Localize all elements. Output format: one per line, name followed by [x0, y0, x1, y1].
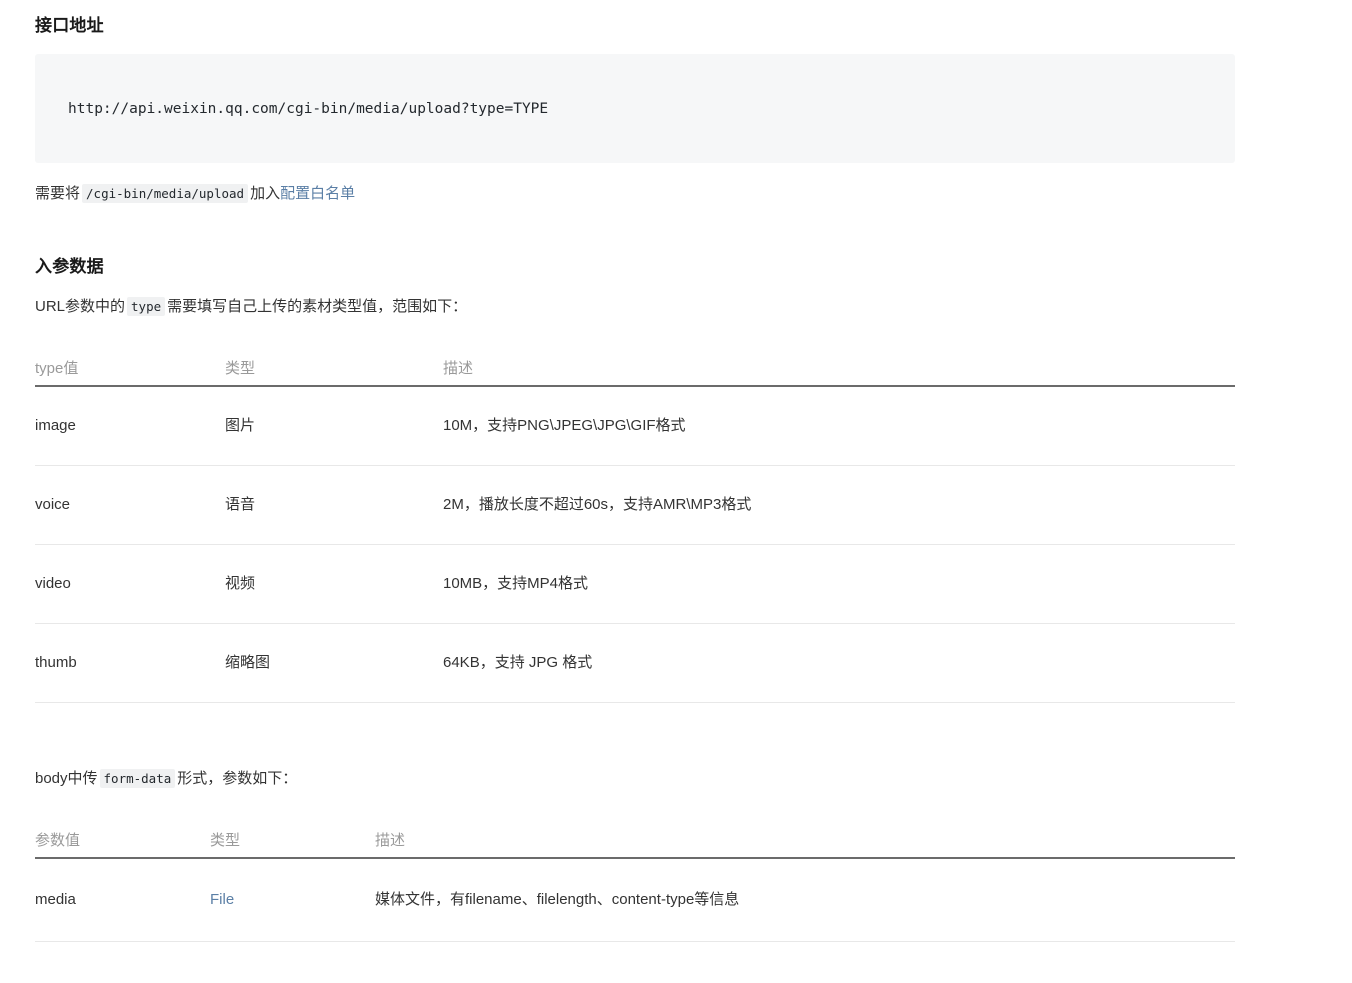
url-param-intro-suffix: 需要填写自己上传的素材类型值，范围如下： [167, 298, 468, 315]
cell-description: 2M，播放长度不超过60s，支持AMR\MP3格式 [443, 496, 752, 513]
api-url-code-text: http://api.weixin.qq.com/cgi-bin/media/u… [68, 101, 549, 117]
column-header-param-value: 参数值 [35, 832, 81, 849]
cell-param-value: media [35, 891, 76, 908]
table-row: thumb 缩略图 64KB，支持 JPG 格式 [35, 624, 1235, 703]
column-header-type: 类型 [210, 832, 241, 849]
body-params-table: 参数值 类型 描述 media File 媒体文件，有filename、file… [35, 822, 1235, 942]
cell-type: 图片 [225, 417, 256, 434]
table-row: media File 媒体文件，有filename、filelength、con… [35, 859, 1235, 942]
column-header-type-value: type值 [35, 360, 79, 377]
cell-description: 10M，支持PNG\JPEG\JPG\GIF格式 [443, 417, 686, 434]
cell-type-value: image [35, 417, 76, 434]
section-heading-request-params: 入参数据 [35, 257, 104, 276]
body-intro-prefix: body中传 [35, 770, 98, 787]
cell-type-value: thumb [35, 654, 77, 671]
column-header-description: 描述 [443, 360, 474, 377]
table-header-row: 参数值 类型 描述 [35, 822, 1235, 859]
cell-description: 10MB，支持MP4格式 [443, 575, 589, 592]
cell-description: 媒体文件，有filename、filelength、content-type等信… [375, 891, 740, 908]
whitelist-note-prefix: 需要将 [35, 185, 81, 202]
url-param-intro: URL参数中的 type 需要填写自己上传的素材类型值，范围如下： [35, 296, 467, 318]
cell-type: 语音 [225, 496, 256, 513]
whitelist-path-code: /cgi-bin/media/upload [82, 184, 249, 203]
whitelist-note-middle: 加入 [250, 185, 281, 202]
url-param-intro-prefix: URL参数中的 [35, 298, 126, 315]
section-heading-api-address: 接口地址 [35, 16, 104, 35]
cell-description: 64KB，支持 JPG 格式 [443, 654, 593, 671]
type-values-table: type值 类型 描述 image 图片 10M，支持PNG\JPEG\JPG\… [35, 350, 1235, 703]
type-param-code: type [127, 297, 166, 316]
body-form-data-intro: body中传 form-data 形式，参数如下： [35, 768, 297, 790]
cell-type: 视频 [225, 575, 256, 592]
cell-type-value: video [35, 575, 71, 592]
table-row: video 视频 10MB，支持MP4格式 [35, 545, 1235, 624]
cell-type: 缩略图 [225, 654, 271, 671]
form-data-code: form-data [99, 769, 176, 788]
column-header-type: 类型 [225, 360, 256, 377]
cell-type-value: voice [35, 496, 71, 513]
cell-param-type[interactable]: File [210, 889, 234, 911]
table-header-row: type值 类型 描述 [35, 350, 1235, 387]
table-row: voice 语音 2M，播放长度不超过60s，支持AMR\MP3格式 [35, 466, 1235, 545]
whitelist-note: 需要将/cgi-bin/media/upload 加入配置白名单 [35, 183, 355, 205]
document-page: 接口地址 http://api.weixin.qq.com/cgi-bin/me… [0, 0, 1352, 983]
table-row: image 图片 10M，支持PNG\JPEG\JPG\GIF格式 [35, 387, 1235, 466]
body-intro-suffix: 形式，参数如下： [177, 770, 298, 787]
whitelist-config-link[interactable]: 配置白名单 [280, 185, 355, 202]
api-url-code-block: http://api.weixin.qq.com/cgi-bin/media/u… [35, 54, 1235, 163]
column-header-description: 描述 [375, 832, 406, 849]
